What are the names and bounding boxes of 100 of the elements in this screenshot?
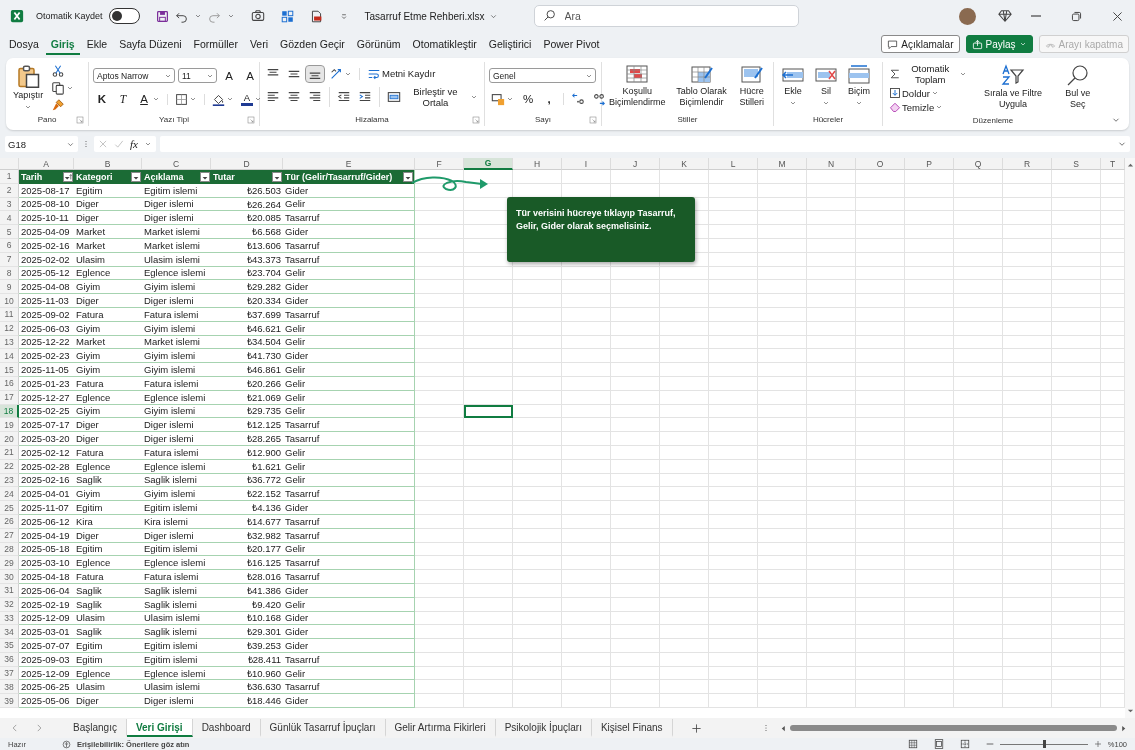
column-header[interactable]: R (1003, 158, 1052, 170)
row-header[interactable]: 30 (0, 570, 19, 584)
row-header[interactable]: 19 (0, 418, 19, 433)
column-header[interactable]: K (660, 158, 709, 170)
row-header[interactable]: 25 (0, 501, 19, 515)
enter-icon[interactable] (114, 139, 124, 149)
avatar[interactable] (959, 7, 976, 25)
page-layout-icon[interactable] (933, 739, 944, 749)
search-field[interactable]: Ara (533, 5, 799, 27)
column-header[interactable]: B (74, 158, 142, 170)
column-header[interactable]: E (283, 158, 415, 170)
grow-font-button[interactable]: A (220, 68, 238, 83)
camera-icon[interactable] (250, 9, 265, 23)
next-sheet-icon[interactable] (34, 723, 44, 733)
sheet-tab[interactable]: Başlangıç (64, 719, 127, 737)
autosave-toggle[interactable] (108, 8, 140, 24)
sheet-tab[interactable]: Günlük Tasarruf İpuçları (260, 719, 386, 737)
column-header[interactable]: D (211, 158, 283, 170)
column-header[interactable]: H (513, 158, 562, 170)
menu-tab[interactable]: Geliştirici (483, 33, 537, 55)
filter-button[interactable] (131, 171, 141, 182)
document-icon[interactable] (309, 9, 323, 23)
row-header[interactable]: 35 (0, 639, 19, 653)
name-box[interactable]: G18 (5, 136, 78, 152)
menu-tab[interactable]: Veri (244, 33, 274, 55)
delete-button[interactable]: Sil (811, 62, 841, 113)
sheet-tab[interactable]: Gelir Artırma Fikirleri (385, 719, 496, 737)
filter-button[interactable] (200, 171, 210, 182)
sort-filter-button[interactable] (63, 171, 73, 182)
menu-tab[interactable]: Ekle (81, 33, 113, 55)
filter-button[interactable] (403, 171, 413, 182)
column-header[interactable]: A (19, 158, 74, 170)
italic-button[interactable]: T (114, 92, 132, 107)
autosum-button[interactable]: Otomatik Toplam (887, 62, 970, 86)
dialog-launcher-icon[interactable] (247, 116, 255, 124)
clear-button[interactable]: Temizle (887, 100, 946, 114)
bold-button[interactable]: K (93, 92, 111, 107)
column-header[interactable]: I (562, 158, 611, 170)
menu-tab[interactable]: Gözden Geçir (275, 33, 350, 55)
comments-button[interactable]: Açıklamalar (881, 35, 960, 53)
dialog-launcher-icon[interactable] (589, 116, 597, 124)
cancel-icon[interactable] (98, 139, 108, 149)
row-header[interactable]: 1 (0, 170, 19, 184)
column-header[interactable]: T (1101, 158, 1125, 170)
diamond-icon[interactable] (998, 9, 1012, 23)
sheet-tab[interactable]: Dashboard (192, 719, 261, 737)
column-header[interactable]: C (142, 158, 211, 170)
percent-button[interactable]: % (519, 92, 537, 106)
column-header[interactable]: S (1052, 158, 1101, 170)
row-header[interactable]: 9 (0, 280, 19, 295)
column-header[interactable]: J (611, 158, 660, 170)
dialog-launcher-icon[interactable] (76, 116, 84, 124)
find-select-button[interactable]: Bul ve Seç (1056, 62, 1099, 114)
font-name-select[interactable]: Aptos Narrow (93, 68, 175, 84)
number-format-select[interactable]: Genel (489, 68, 596, 83)
save-icon[interactable] (155, 9, 169, 23)
merge-center-button[interactable]: Birleştir ve Ortala (384, 85, 480, 110)
scroll-left-icon[interactable] (779, 724, 787, 732)
column-header[interactable]: N (807, 158, 856, 170)
scroll-up-icon[interactable] (1126, 162, 1134, 169)
menu-tab[interactable]: Formüller (188, 33, 243, 55)
row-header[interactable]: 4 (0, 211, 19, 226)
sheet-tab[interactable]: Kişisel Finans (591, 719, 673, 737)
conditional-formatting-button[interactable]: Koşullu Biçimlendirme (606, 62, 669, 113)
fill-button[interactable]: Doldur (887, 86, 941, 100)
add-sheet-icon[interactable] (690, 722, 702, 734)
row-header[interactable]: 5 (0, 225, 19, 239)
file-name[interactable]: Tasarruf Etme Rehberi.xlsx (364, 10, 498, 22)
column-header[interactable]: O (856, 158, 905, 170)
menu-tab[interactable]: Sayfa Düzeni (114, 33, 187, 55)
sheet-tab[interactable]: Psikolojik İpuçları (495, 719, 592, 737)
row-header[interactable]: 14 (0, 349, 19, 364)
menu-tab[interactable]: Giriş (45, 33, 80, 55)
column-header[interactable]: M (758, 158, 807, 170)
page-break-icon[interactable] (959, 739, 970, 749)
font-size-select[interactable]: 11 (178, 68, 217, 84)
zoom-in-icon[interactable] (1093, 740, 1102, 748)
column-header[interactable]: L (709, 158, 758, 170)
scroll-right-icon[interactable] (1120, 724, 1127, 732)
font-color-button[interactable]: A (239, 91, 264, 107)
row-header[interactable]: 15 (0, 363, 19, 377)
row-header[interactable]: 34 (0, 625, 19, 640)
previous-sheet-icon[interactable] (10, 723, 20, 733)
menu-tab[interactable]: Otomatikleştir (407, 33, 482, 55)
shrink-font-button[interactable]: A (241, 68, 259, 83)
formula-input[interactable] (159, 136, 1130, 152)
paste-button[interactable]: Yapıştır (10, 62, 47, 113)
insert-function-button[interactable]: fx (130, 138, 138, 150)
scroll-down-icon[interactable] (1126, 707, 1134, 714)
insert-button[interactable]: Ekle (778, 62, 808, 113)
caret-icon[interactable] (193, 12, 202, 20)
format-as-table-button[interactable]: Tablo Olarak Biçimlendir (671, 62, 732, 113)
active-cell[interactable] (464, 404, 513, 419)
normal-view-icon[interactable] (907, 739, 918, 749)
column-header[interactable]: P (905, 158, 954, 170)
row-header[interactable]: 38 (0, 680, 19, 695)
filter-button[interactable] (272, 171, 282, 182)
row-header[interactable]: 39 (0, 694, 19, 709)
row-header[interactable]: 24 (0, 487, 19, 502)
zoom-slider-thumb[interactable] (1042, 740, 1046, 748)
